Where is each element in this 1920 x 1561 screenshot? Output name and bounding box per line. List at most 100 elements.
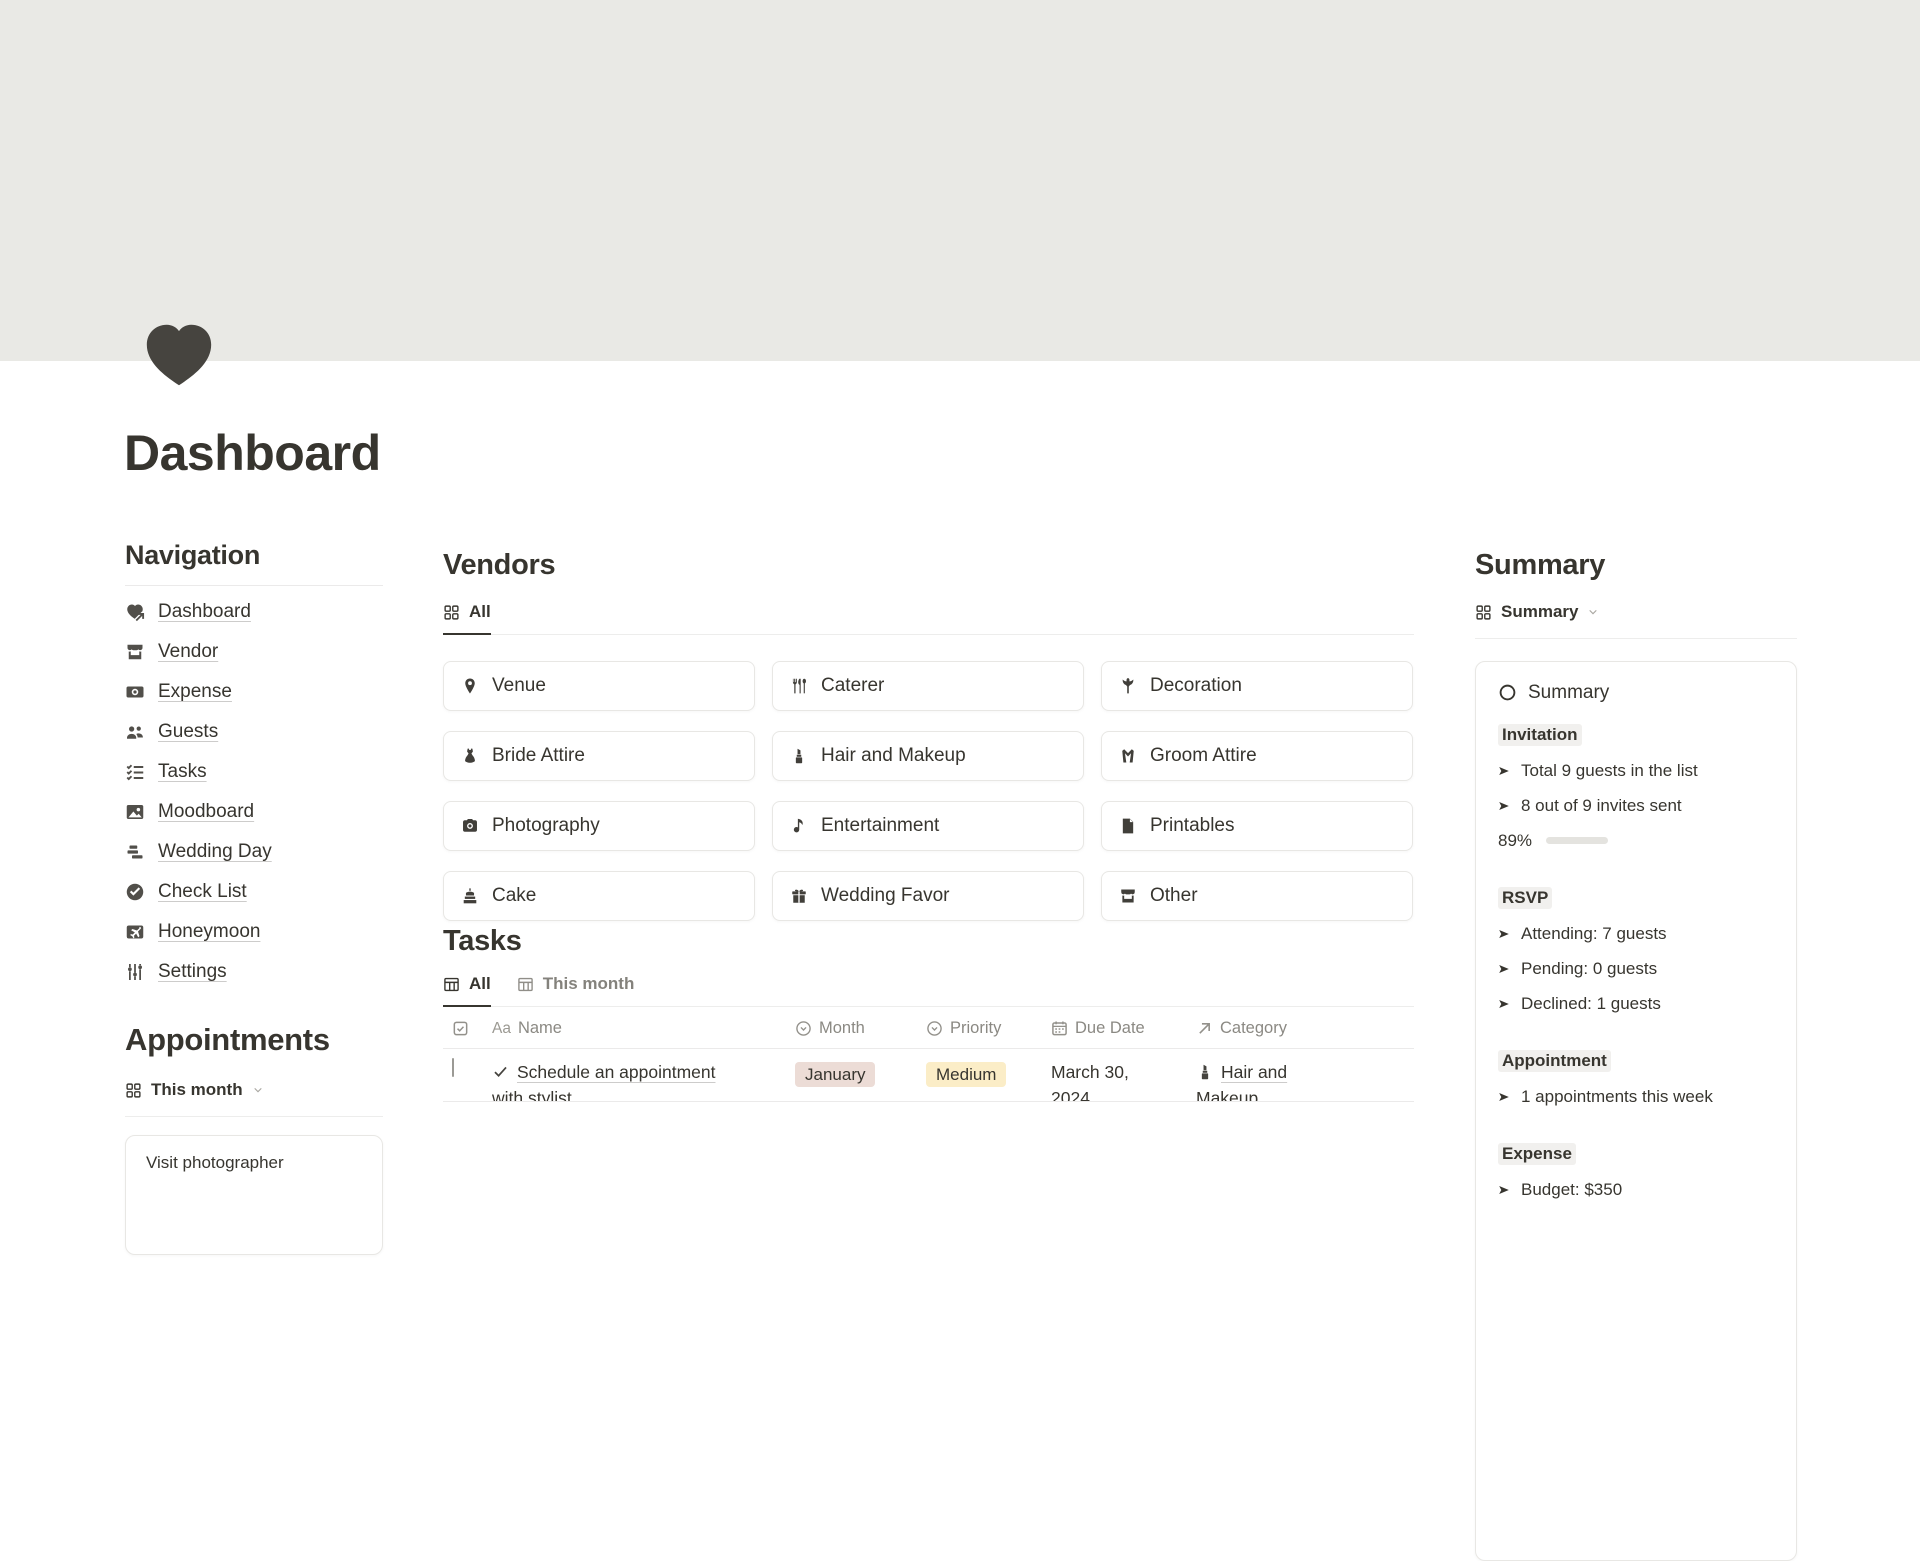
summary-line-text: Declined: 1 guests (1521, 994, 1661, 1014)
check-icon (492, 1063, 509, 1080)
column-header-month[interactable]: Month (795, 1019, 926, 1038)
sidebar-item-guests[interactable]: Guests (125, 712, 383, 752)
page-title[interactable]: Dashboard (124, 424, 381, 482)
sidebar-item-label: Dashboard (158, 601, 251, 623)
summary-line-text: Budget: $350 (1521, 1180, 1622, 1200)
summary-line: Attending: 7 guests (1498, 924, 1774, 944)
lipstick-icon (1196, 1063, 1214, 1081)
sidebar-item-check-list[interactable]: Check List (125, 872, 383, 912)
sidebar-item-vendor[interactable]: Vendor (125, 632, 383, 672)
summary-view-tab[interactable]: Summary (1475, 602, 1599, 622)
main-content: Vendors All Venue Caterer Decoration Bri… (443, 545, 1414, 1102)
column-label: Name (518, 1019, 562, 1038)
sidebar-item-moodboard[interactable]: Moodboard (125, 792, 383, 832)
checkbox-checked-icon (452, 1020, 469, 1037)
vendor-card-caterer[interactable]: Caterer (772, 661, 1084, 711)
bullet-arrow-icon (1498, 1091, 1510, 1103)
vendor-card-entertainment[interactable]: Entertainment (772, 801, 1084, 851)
tasks-table: Aa Name Month Priority Due Date Category (443, 1007, 1414, 1102)
vendors-title: Vendors (443, 549, 1414, 582)
month-tag[interactable]: January (795, 1062, 875, 1087)
vendor-label: Bride Attire (492, 745, 585, 767)
sidebar-item-label: Wedding Day (158, 841, 272, 863)
column-header-category[interactable]: Category (1196, 1019, 1414, 1038)
sidebar-item-honeymoon[interactable]: Honeymoon (125, 912, 383, 952)
vendors-tab-all[interactable]: All (443, 602, 491, 622)
vendor-card-wedding-favor[interactable]: Wedding Favor (772, 871, 1084, 921)
sliders-icon (125, 962, 145, 982)
section-heading-rsvp: RSVP (1498, 887, 1552, 909)
vendor-card-decoration[interactable]: Decoration (1101, 661, 1413, 711)
vendor-card-other[interactable]: Other (1101, 871, 1413, 921)
vendor-card-bride-attire[interactable]: Bride Attire (443, 731, 755, 781)
grid-icon (443, 604, 460, 621)
tasks-title: Tasks (443, 925, 1414, 958)
task-name-link[interactable]: Schedule an appointment with stylist (492, 1062, 715, 1102)
sidebar-item-label: Settings (158, 961, 227, 983)
appointment-card[interactable]: Visit photographer (125, 1135, 383, 1255)
sidebar-item-expense[interactable]: Expense (125, 672, 383, 712)
bullet-arrow-icon (1498, 928, 1510, 940)
vendor-label: Other (1150, 885, 1198, 907)
tuxedo-icon (1119, 747, 1137, 765)
column-label: Priority (950, 1019, 1001, 1038)
chevron-down-icon (252, 1084, 264, 1096)
vendor-card-cake[interactable]: Cake (443, 871, 755, 921)
image-icon (125, 802, 145, 822)
tasks-tab-all[interactable]: All (443, 974, 491, 994)
progress-bar (1546, 837, 1608, 844)
page-cover (0, 0, 1920, 361)
select-all-checkbox[interactable] (443, 1020, 492, 1037)
due-date-cell[interactable]: March 30, 2024 (1051, 1059, 1163, 1102)
camera-icon (461, 817, 479, 835)
summary-line: 1 appointments this week (1498, 1087, 1774, 1107)
sidebar-item-wedding-day[interactable]: Wedding Day (125, 832, 383, 872)
checklist-icon (125, 762, 145, 782)
appointments-view-tab[interactable]: This month (125, 1080, 264, 1100)
vendor-label: Groom Attire (1150, 745, 1257, 767)
view-tab-label: All (469, 974, 491, 994)
lipstick-icon (790, 747, 808, 765)
map-pin-icon (461, 677, 479, 695)
flower-icon (1119, 677, 1137, 695)
heart-icon[interactable] (140, 316, 218, 394)
vendor-card-groom-attire[interactable]: Groom Attire (1101, 731, 1413, 781)
summary-line: Budget: $350 (1498, 1180, 1774, 1200)
priority-tag[interactable]: Medium (926, 1062, 1006, 1087)
summary-card-title-row: Summary (1498, 682, 1774, 704)
vendor-label: Photography (492, 815, 600, 837)
table-icon (517, 976, 534, 993)
sidebar: Navigation Dashboard Vendor Expense Gues… (125, 540, 383, 1255)
sidebar-item-settings[interactable]: Settings (125, 952, 383, 992)
summary-card-title: Summary (1528, 682, 1609, 704)
column-label: Category (1220, 1019, 1287, 1038)
summary-card[interactable]: Summary Invitation Total 9 guests in the… (1475, 661, 1797, 1561)
section-heading-invitation: Invitation (1498, 724, 1582, 746)
sidebar-item-tasks[interactable]: Tasks (125, 752, 383, 792)
vendor-card-venue[interactable]: Venue (443, 661, 755, 711)
sidebar-item-dashboard[interactable]: Dashboard (125, 592, 383, 632)
bullet-arrow-icon (1498, 800, 1510, 812)
view-tab-label: This month (543, 974, 635, 994)
vendor-label: Wedding Favor (821, 885, 950, 907)
grid-icon (125, 1082, 142, 1099)
invitation-progress: 89% (1498, 831, 1774, 851)
vendor-card-hair-and-makeup[interactable]: Hair and Makeup (772, 731, 1084, 781)
vendor-card-photography[interactable]: Photography (443, 801, 755, 851)
bullet-arrow-icon (1498, 1184, 1510, 1196)
column-header-priority[interactable]: Priority (926, 1019, 1051, 1038)
tasks-tab-this-month[interactable]: This month (517, 974, 635, 994)
row-checkbox[interactable] (452, 1058, 454, 1077)
chevron-down-icon (1587, 606, 1599, 618)
vendor-card-printables[interactable]: Printables (1101, 801, 1413, 851)
vendor-label: Caterer (821, 675, 884, 697)
text-type-icon: Aa (492, 1020, 511, 1038)
column-header-name[interactable]: Aa Name (492, 1019, 795, 1038)
summary-line: Pending: 0 guests (1498, 959, 1774, 979)
navigation-title: Navigation (125, 540, 383, 571)
navigation-list: Dashboard Vendor Expense Guests Tasks Mo… (125, 586, 383, 992)
column-header-due-date[interactable]: Due Date (1051, 1019, 1196, 1038)
section-heading-appointment: Appointment (1498, 1050, 1611, 1072)
section-heading-expense: Expense (1498, 1143, 1576, 1165)
vendor-label: Cake (492, 885, 536, 907)
